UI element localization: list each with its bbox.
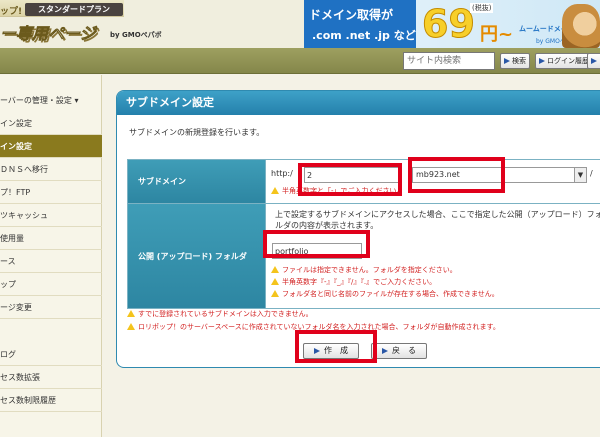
subdomain-input[interactable] — [304, 167, 399, 183]
ad-banner[interactable]: ドメイン取得が .com .net .jp など 69 (税抜) 円~ ムームー… — [304, 0, 600, 48]
arrow-icon — [504, 58, 510, 64]
subdomain-body: http:/ mb923.net ▼ / 半角英数字と「-」でご入力ください。 — [266, 160, 600, 203]
arrow-icon — [539, 58, 545, 64]
folder-warning-1: ファイルは指定できません。フォルダを指定ください。 — [271, 265, 457, 275]
folder-body: 上で設定するサブドメインにアクセスした場合、ここで指定した公開（アップロード）フ… — [266, 204, 600, 308]
toolbar: 検索 ログイン履歴 ログ — [0, 48, 600, 74]
banner-headline: ドメイン取得が — [309, 8, 394, 22]
folder-input[interactable] — [272, 243, 362, 259]
sidebar-item-access-limit-history[interactable]: セス数制限履歴 — [0, 389, 102, 412]
sidebar-item-page-change[interactable]: ージ変更 — [0, 296, 102, 319]
arrow-icon — [591, 58, 597, 64]
domain-select-value: mb923.net — [416, 170, 460, 179]
login-history-button[interactable]: ログイン履歴 — [535, 53, 593, 69]
banner-tlds: .com .net .jp など — [312, 29, 416, 42]
sidebar-item-content-cache[interactable]: ツキャッシュ — [0, 204, 102, 227]
banner-yen: 円~ — [480, 24, 514, 45]
sidebar: ーバーの管理・設定 ▾ イン設定 イン設定 ＤＮＳへ移行 プ！FTP ツキャッシ… — [0, 75, 102, 437]
folder-warning-text: ファイルは指定できません。フォルダを指定ください。 — [282, 266, 457, 274]
note-existing-subdomain: すでに登録されているサブドメインは入力できません。 — [127, 309, 313, 319]
warning-icon — [271, 278, 279, 285]
create-button-label: 作 成 — [324, 346, 348, 355]
warning-icon — [271, 290, 279, 297]
warning-icon — [127, 310, 135, 317]
subdomain-row: サブドメイン http:/ mb923.net ▼ / 半角英数字と「-」でご入… — [128, 160, 600, 204]
warning-icon — [127, 323, 135, 330]
page-header-title[interactable]: ー専用ページ — [0, 20, 96, 44]
sidebar-item-database[interactable]: ース — [0, 250, 102, 273]
plan-badge: スタンダードプラン — [25, 3, 123, 16]
chevron-down-icon[interactable]: ▼ — [574, 168, 586, 182]
back-button-label: 戻 る — [392, 346, 416, 355]
search-button-label: 検索 — [512, 57, 526, 65]
sidebar-item-access-expand[interactable]: セス数拡張 — [0, 366, 102, 389]
sidebar-item-backup[interactable]: ップ — [0, 273, 102, 296]
dog-image — [562, 4, 600, 48]
search-button[interactable]: 検索 — [500, 53, 530, 69]
note-text: すでに登録されているサブドメインは入力できません。 — [138, 310, 313, 318]
sidebar-item-subdomain-settings[interactable]: イン設定 — [0, 135, 102, 158]
sidebar-item-usage[interactable]: 使用量 — [0, 227, 102, 250]
subdomain-panel: サブドメイン設定 サブドメインの新規登録を行います。 サブドメイン http:/… — [116, 90, 600, 368]
logout-button[interactable]: ログ — [587, 53, 600, 69]
logo-fragment: ップ! — [0, 7, 23, 17]
sidebar-item-ftp[interactable]: プ！FTP — [0, 181, 102, 204]
banner-price-note: (税抜) — [470, 3, 494, 13]
subdomain-label: サブドメイン — [128, 160, 266, 203]
folder-warning-text: 半角英数字『-』『_』『/』『.』でご入力ください。 — [282, 278, 437, 286]
folder-warning-3: フォルダ名と同じ名前のファイルが存在する場合、作成できません。 — [271, 289, 499, 299]
banner-left: ドメイン取得が .com .net .jp など — [304, 0, 416, 48]
site-header: ップ! スタンダードプラン ー専用ページ by GMOペパボ ドメイン取得が .… — [0, 0, 600, 48]
subdomain-warning: 半角英数字と「-」でご入力ください。 — [271, 186, 404, 196]
page-description: サブドメインの新規登録を行います。 — [129, 128, 265, 137]
create-button[interactable]: 作 成 — [303, 343, 359, 359]
login-history-label: ログイン履歴 — [547, 57, 589, 65]
sidebar-item-log[interactable]: ログ — [0, 343, 102, 366]
page: ップ! スタンダードプラン ー専用ページ by GMOペパボ ドメイン取得が .… — [0, 0, 600, 437]
url-slash: / — [590, 169, 593, 178]
folder-warning-2: 半角英数字『-』『_』『/』『.』でご入力ください。 — [271, 277, 436, 287]
folder-description: 上で設定するサブドメインにアクセスした場合、ここで指定した公開（アップロード）フ… — [275, 210, 600, 230]
banner-price: 69 — [422, 2, 476, 47]
subdomain-form: サブドメイン http:/ mb923.net ▼ / 半角英数字と「-」でご入… — [127, 159, 600, 309]
sidebar-item-dns-migration[interactable]: ＤＮＳへ移行 — [0, 158, 102, 181]
http-prefix: http:/ — [271, 169, 293, 178]
folder-row: 公開 (アップロード) フォルダ 上で設定するサブドメインにアクセスした場合、こ… — [128, 204, 600, 309]
warning-icon — [271, 187, 279, 194]
search-input[interactable] — [403, 52, 495, 70]
domain-select[interactable]: mb923.net ▼ — [412, 167, 587, 183]
subdomain-warning-text: 半角英数字と「-」でご入力ください。 — [282, 187, 404, 195]
folder-label: 公開 (アップロード) フォルダ — [128, 204, 266, 308]
warning-icon — [271, 266, 279, 273]
folder-warning-text: フォルダ名と同じ名前のファイルが存在する場合、作成できません。 — [282, 290, 499, 298]
note-auto-create-folder: ロリポップ！のサーバースペースに作成されていないフォルダ名を入力された場合、フォ… — [127, 322, 500, 332]
arrow-icon — [314, 348, 320, 354]
page-title: サブドメイン設定 — [117, 91, 600, 115]
sidebar-item-domain-settings[interactable]: イン設定 — [0, 112, 102, 135]
back-button[interactable]: 戻 る — [371, 343, 427, 359]
sidebar-section-server-settings[interactable]: ーバーの管理・設定 ▾ — [0, 89, 102, 112]
logo-bar: ップ! スタンダードプラン — [0, 0, 124, 17]
arrow-icon — [382, 348, 388, 354]
note-text: ロリポップ！のサーバースペースに作成されていないフォルダ名を入力された場合、フォ… — [138, 323, 500, 331]
gmo-logo: by GMOペパボ — [110, 31, 162, 39]
